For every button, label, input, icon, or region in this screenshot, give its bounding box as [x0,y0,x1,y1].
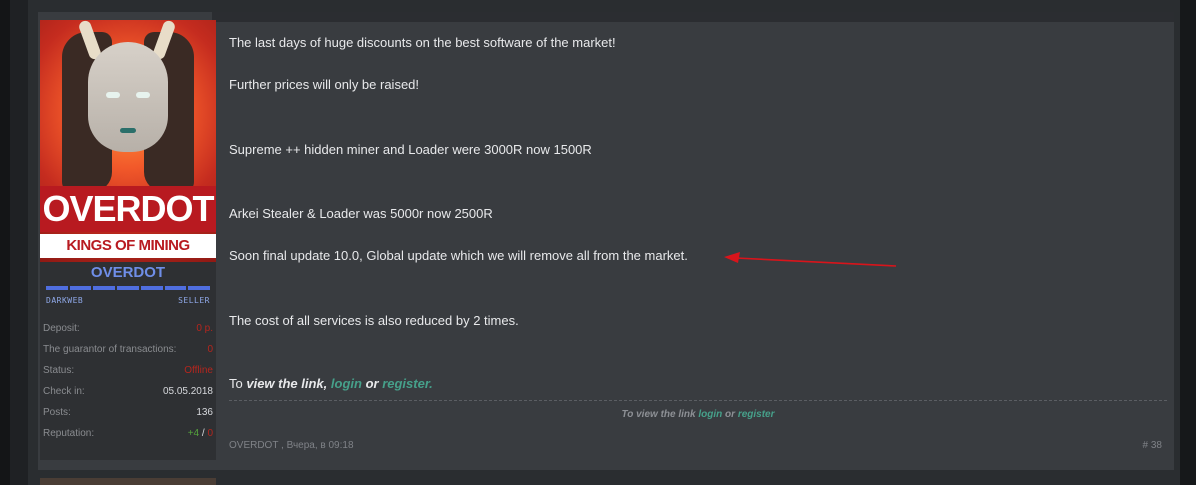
user-banner-subtitle: KINGS OF MINING [40,234,216,258]
post-number-link[interactable]: # 38 [1143,440,1162,451]
footer-prefix: To view the link [621,409,696,420]
reputation-value: +4 / 0 [188,428,213,439]
message-line: The last days of huge discounts on the b… [229,35,616,50]
footer-register-link[interactable]: register [738,409,775,420]
user-rank-bars [46,286,211,290]
post-divider [229,400,1167,401]
user-banner-title: OVERDOT [40,186,216,232]
annotation-arrow [724,252,897,267]
rank-bar [93,286,116,290]
stat-checkin: Check in: 05.05.2018 [40,381,216,402]
stat-label: Status: [43,365,75,376]
stat-label: The guarantor of transactions: [43,344,177,355]
rank-bar [140,286,163,290]
page-edge-right [1180,0,1196,485]
message-line: Soon final update 10.0, Global update wh… [229,248,688,263]
rank-bar [188,286,211,290]
rank-bar [164,286,187,290]
link-or: or [365,376,379,391]
rank-bar [69,286,92,290]
avatar-lips [120,128,136,133]
tag-darkweb: DARKWEB [46,296,84,305]
tag-seller: SELLER [178,296,210,305]
message-line: The cost of all services is also reduced… [229,313,519,328]
link-prefix: To [229,376,243,391]
avatar-face [88,42,168,152]
stat-deposit: Deposit: 0 р. [40,318,216,339]
stat-label: Posts: [43,407,71,418]
avatar-eye [136,92,150,98]
stat-guarantor: The guarantor of transactions: 0 [40,339,216,360]
message-line: Arkei Stealer & Loader was 5000r now 250… [229,206,493,221]
status-value: Offline [184,365,213,376]
link-bold-text: view the link, [246,376,328,391]
stat-posts: Posts: 136 [40,402,216,423]
avatar-eye [106,92,120,98]
footer-login-link[interactable]: login [698,409,722,420]
hidden-link-notice: To view the link, login or register. [229,376,433,391]
user-tags: DARKWEB SELLER [46,296,210,305]
stat-label: Check in: [43,386,85,397]
stat-reputation: Reputation: +4 / 0 [40,423,216,444]
signature-link-notice: To view the link login or register [229,409,1167,420]
page-edge-left [0,0,10,485]
stat-value: 136 [196,407,213,418]
footer-or: or [725,409,736,420]
stat-label: Reputation: [43,428,95,439]
stat-status: Status: Offline [40,360,216,381]
username-link[interactable]: OVERDOT [40,264,216,281]
user-stats: Deposit: 0 р. The guarantor of transacti… [40,318,216,444]
message-line: Supreme ++ hidden miner and Loader were … [229,142,592,157]
stat-value: 0 [207,344,213,355]
login-link[interactable]: login [331,376,362,391]
reputation-negative: 0 [207,428,213,439]
rank-bar [46,286,68,290]
stat-label: Deposit: [43,323,80,334]
stat-value: 0 р. [196,323,213,334]
post-meta[interactable]: OVERDOT , Вчера, в 09:18 [229,440,354,451]
post-top-strip [212,12,1174,22]
register-link[interactable]: register. [382,376,433,391]
stat-value: 05.05.2018 [162,386,213,397]
reputation-positive: +4 [187,428,200,439]
rank-bar [117,286,139,290]
next-post-avatar [40,478,216,485]
message-line: Further prices will only be raised! [229,77,420,92]
